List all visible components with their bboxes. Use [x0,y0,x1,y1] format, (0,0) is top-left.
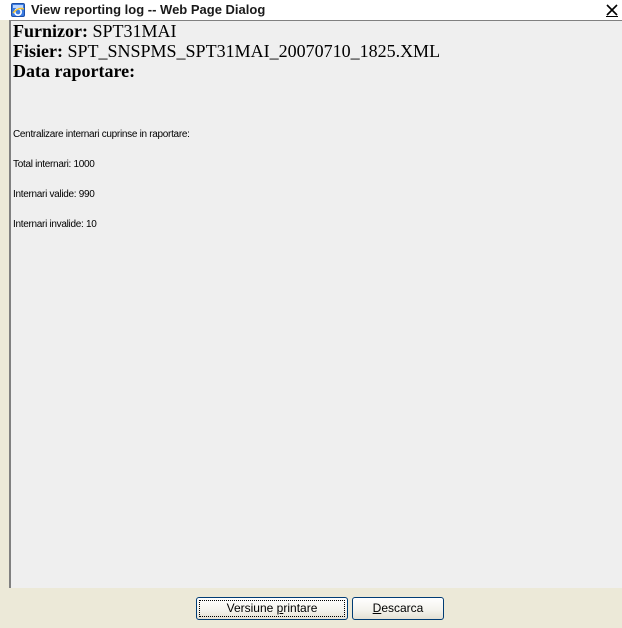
invalid-value: 10 [85,219,97,230]
valid-value: 990 [78,189,95,200]
download-button[interactable]: Descarca [352,597,444,620]
report-date-line: Data raportare: [13,61,622,81]
report-date-label: Data raportare: [13,61,136,81]
ie-page-icon [10,2,26,18]
total-line: Total internari: 1000 [13,159,622,171]
invalid-line: Internari invalide: 10 [13,219,622,231]
file-line: Fisier: SPT_SNSPMS_SPT31MAI_20070710_182… [13,41,622,61]
file-value: SPT_SNSPMS_SPT31MAI_20070710_1825.XML [67,41,441,61]
report-content: Furnizor: SPT31MAI Fisier: SPT_SNSPMS_SP… [11,21,622,231]
print-label-after: rintare [283,601,318,615]
total-value: 1000 [73,159,95,170]
total-label: Total internari: [13,159,72,170]
valid-label: Internari valide: [13,189,77,200]
supplier-line: Furnizor: SPT31MAI [13,21,622,41]
button-bar: Versiune printare Descarca [9,588,622,628]
window-title: View reporting log -- Web Page Dialog [31,2,266,17]
report-content-area[interactable]: Furnizor: SPT31MAI Fisier: SPT_SNSPMS_SP… [9,20,622,588]
download-label-after: escarca [381,601,424,615]
print-label-before: Versiune [226,601,277,615]
close-icon [606,4,618,17]
title-bar: View reporting log -- Web Page Dialog [0,0,622,20]
valid-line: Internari valide: 990 [13,189,622,201]
close-button[interactable] [605,2,619,17]
download-label-accel: D [372,601,382,615]
supplier-label: Furnizor: [13,21,88,41]
file-label: Fisier: [13,41,63,61]
dialog-window: View reporting log -- Web Page Dialog Fu… [0,0,622,628]
print-version-button[interactable]: Versiune printare [196,597,348,620]
summary-heading: Centralizare internari cuprinse in rapor… [13,129,190,140]
invalid-label: Internari invalide: [13,219,84,230]
supplier-value: SPT31MAI [92,21,177,41]
